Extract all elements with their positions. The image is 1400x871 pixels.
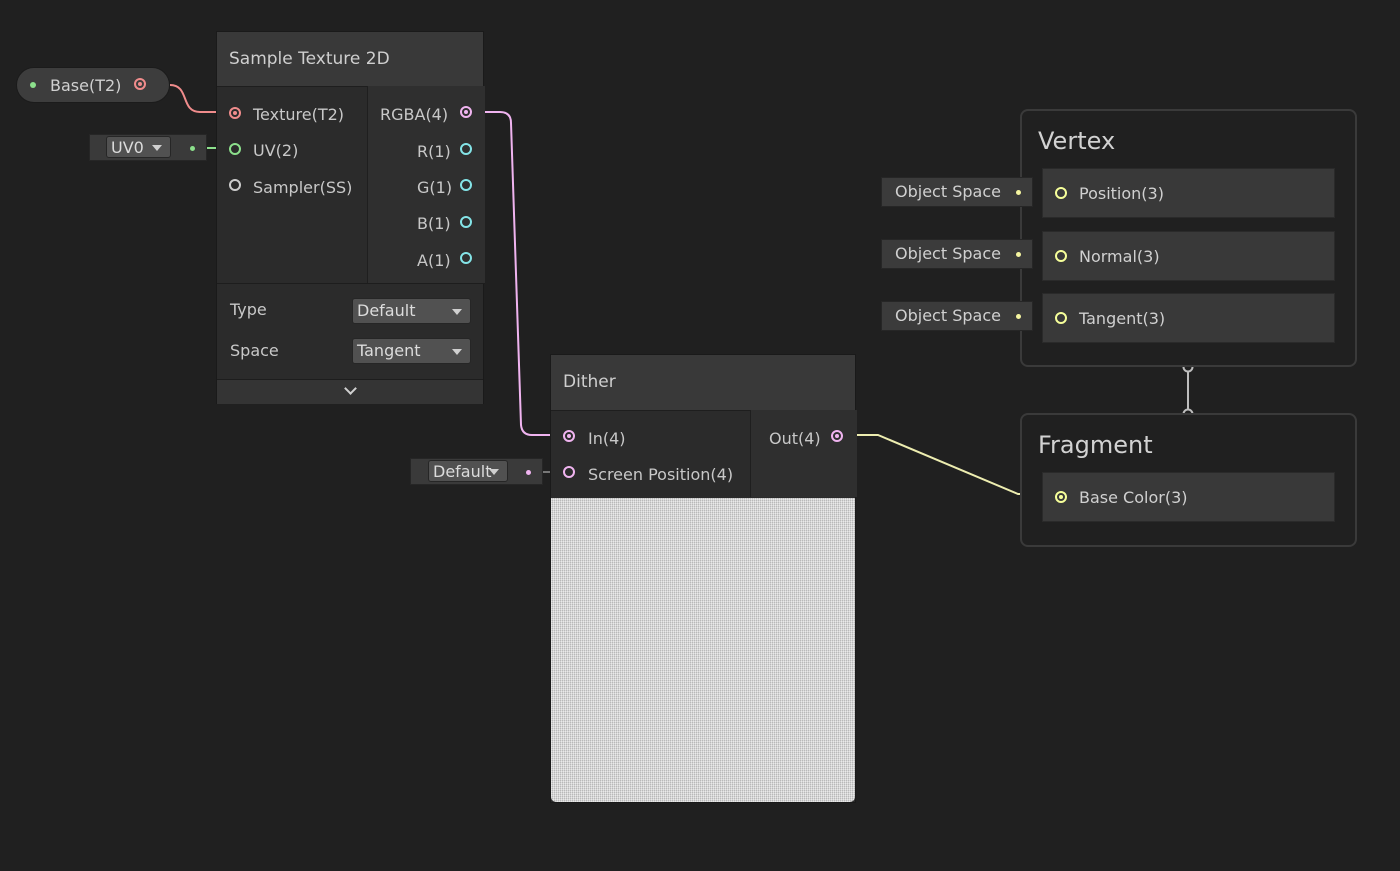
node-collapse-bar[interactable]: [217, 379, 483, 404]
in-input-port[interactable]: [563, 430, 575, 442]
position-space-port-icon: [1016, 190, 1021, 195]
node-outputs-panel: [750, 410, 857, 497]
chevron-down-icon: [452, 309, 462, 315]
texture-input-port[interactable]: [229, 107, 241, 119]
r-output-port[interactable]: [460, 143, 472, 155]
position-block[interactable]: Position(3): [1042, 168, 1335, 218]
chevron-down-icon: [452, 349, 462, 355]
rgba-output-port[interactable]: [460, 106, 472, 118]
normal-space-port-icon: [1016, 252, 1021, 257]
normal-block[interactable]: Normal(3): [1042, 231, 1335, 281]
normal-label: Normal(3): [1079, 247, 1160, 266]
dither-preview-image: [551, 498, 855, 802]
sampler-input-label: Sampler(SS): [253, 178, 353, 197]
vertex-context[interactable]: Vertex Position(3) Normal(3) Tangent(3): [1020, 109, 1357, 367]
base-color-block[interactable]: Base Color(3): [1042, 472, 1335, 522]
screen-position-mode-dropdown[interactable]: Default: [428, 460, 508, 482]
space-label: Space: [230, 341, 279, 360]
rgba-output-label: RGBA(4): [380, 105, 449, 124]
type-dropdown[interactable]: Default: [352, 298, 471, 324]
node-title: Dither: [551, 355, 855, 411]
type-label: Type: [230, 300, 267, 319]
in-input-label: In(4): [588, 429, 626, 448]
property-label: Base(T2): [50, 76, 122, 95]
tangent-input-port[interactable]: [1055, 312, 1067, 324]
b-output-label: B(1): [417, 214, 451, 233]
tangent-block[interactable]: Tangent(3): [1042, 293, 1335, 343]
tangent-label: Tangent(3): [1079, 309, 1166, 328]
uv-input-label: UV(2): [253, 141, 299, 160]
position-space-input[interactable]: Object Space: [881, 177, 1033, 207]
fragment-context[interactable]: Fragment Base Color(3): [1020, 413, 1357, 547]
r-output-label: R(1): [417, 142, 451, 161]
wire-rgba-to-in: [473, 111, 562, 436]
g-output-port[interactable]: [460, 179, 472, 191]
tangent-space-input[interactable]: Object Space: [881, 301, 1033, 331]
position-label: Position(3): [1079, 184, 1164, 203]
sampler-input-port[interactable]: [229, 179, 241, 191]
property-node-base[interactable]: Base(T2): [16, 67, 170, 103]
normal-input-port[interactable]: [1055, 250, 1067, 262]
chevron-down-icon: [489, 469, 499, 475]
uv-inline-port-icon: [190, 146, 195, 151]
fragment-title: Fragment: [1038, 431, 1153, 459]
a-output-port[interactable]: [460, 252, 472, 264]
expand-chevron-icon: [344, 382, 357, 395]
screen-position-inline-input: Default: [410, 458, 543, 485]
uv-input-port[interactable]: [229, 143, 241, 155]
base-color-label: Base Color(3): [1079, 488, 1188, 507]
screen-position-input-label: Screen Position(4): [588, 465, 734, 484]
space-dropdown[interactable]: Tangent: [352, 338, 471, 364]
sample-texture-2d-node[interactable]: Sample Texture 2D Texture(T2) UV(2) Samp…: [216, 31, 485, 404]
position-input-port[interactable]: [1055, 187, 1067, 199]
uv-inline-input: UV0: [89, 134, 207, 161]
tangent-space-port-icon: [1016, 314, 1021, 319]
node-settings-divider: [217, 283, 485, 284]
node-title: Sample Texture 2D: [217, 32, 483, 87]
uv-channel-dropdown[interactable]: UV0: [106, 136, 171, 158]
base-color-input-port[interactable]: [1055, 491, 1067, 503]
screen-position-inline-port-icon: [526, 470, 531, 475]
property-output-port[interactable]: [134, 78, 146, 90]
b-output-port[interactable]: [460, 216, 472, 228]
out-output-label: Out(4): [769, 429, 821, 448]
vertex-title: Vertex: [1038, 127, 1116, 155]
dither-node[interactable]: Dither In(4) Screen Position(4) Out(4): [550, 354, 857, 803]
screen-position-input-port[interactable]: [563, 466, 575, 478]
a-output-label: A(1): [417, 251, 451, 270]
property-exposed-icon: [30, 82, 36, 88]
texture-input-label: Texture(T2): [253, 105, 345, 124]
out-output-port[interactable]: [831, 430, 843, 442]
g-output-label: G(1): [417, 178, 453, 197]
normal-space-input[interactable]: Object Space: [881, 239, 1033, 269]
chevron-down-icon: [152, 145, 162, 151]
